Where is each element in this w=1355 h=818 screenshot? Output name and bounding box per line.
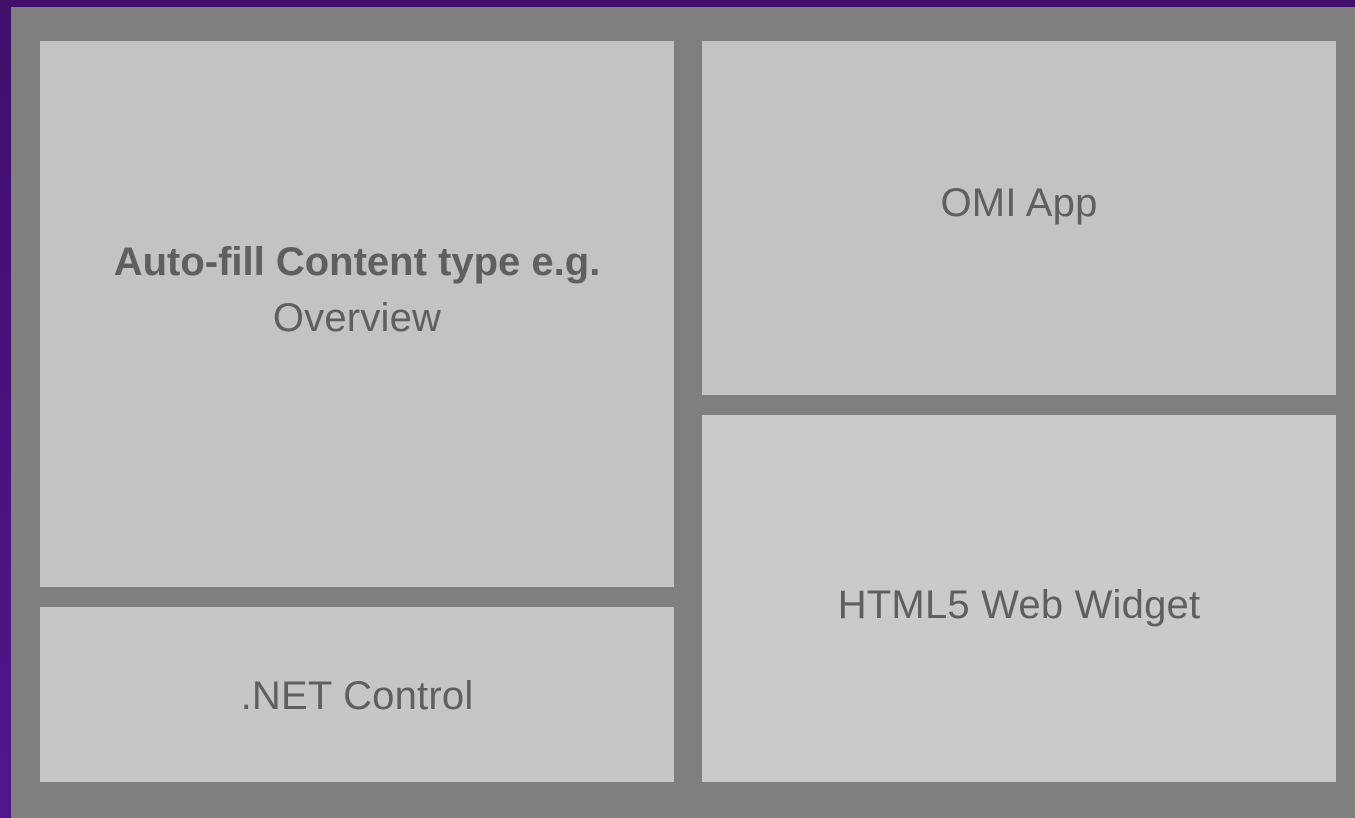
- dotnet-control-panel: .NET Control: [40, 607, 674, 782]
- html5-web-widget-label: HTML5 Web Widget: [837, 582, 1201, 627]
- omi-app-panel: OMI App: [702, 41, 1336, 395]
- layout-frame: Auto-fill Content type e.g. Overview OMI…: [11, 7, 1355, 818]
- auto-fill-title: Auto-fill Content type e.g.: [113, 240, 601, 284]
- auto-fill-content-panel: Auto-fill Content type e.g. Overview: [40, 41, 674, 587]
- auto-fill-text-group: Auto-fill Content type e.g. Overview: [114, 234, 601, 346]
- auto-fill-subtitle: Overview: [272, 296, 442, 340]
- omi-app-label: OMI App: [940, 181, 1098, 225]
- html5-web-widget-panel: HTML5 Web Widget: [702, 415, 1336, 782]
- dotnet-control-label: .NET Control: [240, 674, 474, 718]
